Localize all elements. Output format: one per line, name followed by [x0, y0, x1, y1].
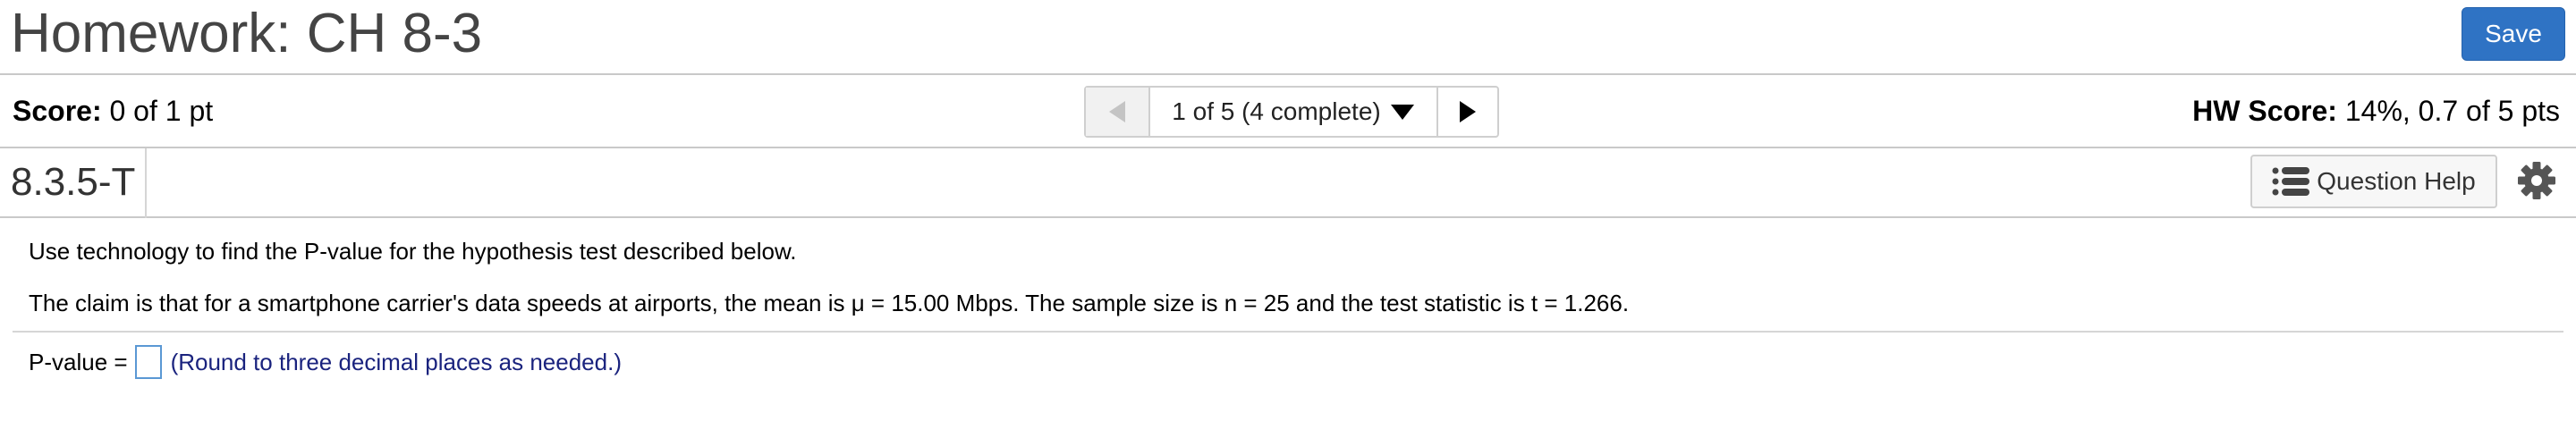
rounding-hint: (Round to three decimal places as needed…: [170, 348, 622, 375]
question-header: 8.3.5-T Question Help: [0, 148, 2576, 218]
score-bar: Score: 0 of 1 pt 1 of 5 (4 complete) HW …: [0, 75, 2576, 148]
page-title: Homework: CH 8-3: [11, 3, 483, 64]
hw-score: HW Score: 14%, 0.7 of 5 pts: [2192, 95, 2560, 128]
question-status-text: 1 of 5 (4 complete): [1172, 97, 1381, 125]
question-id: 8.3.5-T: [11, 160, 136, 204]
list-icon: [2272, 167, 2310, 196]
question-select-dropdown[interactable]: 1 of 5 (4 complete): [1150, 88, 1438, 136]
question-navigator: 1 of 5 (4 complete): [1084, 86, 1499, 138]
p-value-input[interactable]: [134, 345, 162, 379]
answer-row: P-value = (Round to three decimal places…: [29, 345, 622, 379]
gear-icon[interactable]: [2517, 161, 2556, 200]
hw-score-value: 14%, 0.7 of 5 pts: [2344, 95, 2560, 127]
title-bar: Homework: CH 8-3 Save: [0, 0, 2576, 75]
previous-question-button[interactable]: [1086, 88, 1150, 136]
question-help-button[interactable]: Question Help: [2250, 155, 2497, 208]
question-claim: The claim is that for a smartphone carri…: [29, 290, 1630, 316]
next-question-button[interactable]: [1438, 88, 1497, 136]
question-help-label: Question Help: [2317, 167, 2476, 195]
question-instruction: Use technology to find the P-value for t…: [29, 238, 797, 265]
question-score: Score: 0 of 1 pt: [13, 95, 213, 128]
score-label: Score:: [13, 95, 102, 127]
hw-score-label: HW Score:: [2192, 95, 2337, 127]
answer-label: P-value =: [29, 348, 128, 375]
save-button[interactable]: Save: [2462, 7, 2565, 61]
divider: [145, 148, 147, 218]
triangle-left-icon: [1109, 101, 1125, 122]
answer-divider: [13, 331, 2563, 333]
score-value: 0 of 1 pt: [109, 95, 214, 127]
caret-down-icon: [1390, 105, 1414, 120]
triangle-right-icon: [1460, 101, 1476, 122]
